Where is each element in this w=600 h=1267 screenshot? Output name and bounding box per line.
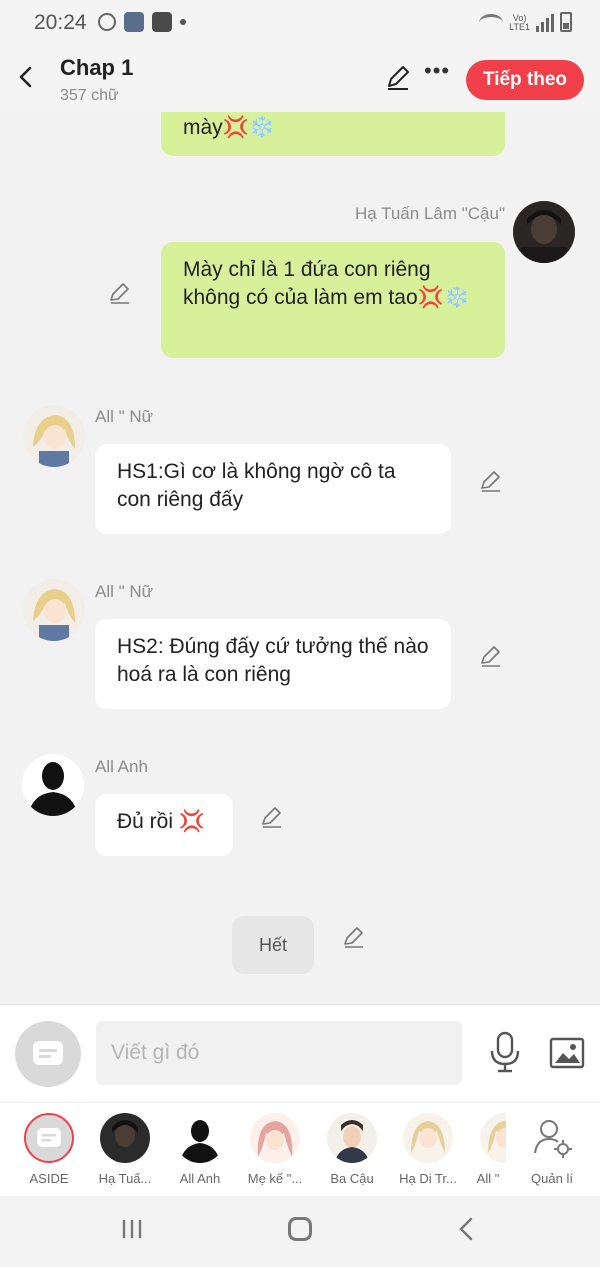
character-label: Ba Cậu (330, 1171, 374, 1186)
next-button[interactable]: Tiếp theo (466, 60, 584, 100)
chat-bubble-icon (37, 1128, 61, 1147)
video-app-icon (152, 12, 172, 32)
word-count: 357 chữ (60, 87, 119, 104)
back-arrow-icon[interactable] (14, 64, 40, 90)
recent-apps-icon[interactable] (120, 1218, 144, 1240)
wifi-icon (479, 14, 504, 32)
status-time: 20:24 (34, 11, 87, 34)
sender-name: All " Nữ (95, 582, 154, 601)
edit-message-icon[interactable] (342, 925, 366, 949)
character-label: Hạ Di Tr... (399, 1171, 457, 1186)
message-text: HS2: Đúng đấy cứ tưởng thế nào hoá ra là… (117, 635, 429, 686)
wifi-calling-icon (124, 12, 144, 32)
edit-message-icon[interactable] (260, 805, 284, 829)
character-label: All Anh (179, 1171, 221, 1186)
character-label: Quản lí (531, 1171, 573, 1186)
avatar-image (23, 579, 85, 641)
character-item[interactable]: Ba Cậu (316, 1113, 388, 1186)
avatar (327, 1113, 377, 1163)
composer-bar (0, 1004, 600, 1102)
message-text: Mày chỉ là 1 đứa con riêng không có của … (183, 258, 470, 309)
character-item[interactable]: All Anh (164, 1113, 236, 1186)
avatar (175, 1113, 225, 1163)
system-nav-bar (0, 1196, 600, 1267)
user-settings-icon (534, 1120, 572, 1158)
home-icon[interactable] (288, 1217, 312, 1241)
avatar-image (22, 754, 84, 816)
aside-icon (24, 1113, 74, 1163)
image-icon[interactable] (549, 1037, 585, 1069)
avatar (403, 1113, 453, 1163)
more-options-icon[interactable]: ••• (424, 60, 450, 90)
avatar[interactable] (23, 405, 85, 467)
aside-toggle-button[interactable] (15, 1021, 81, 1087)
avatar (100, 1113, 150, 1163)
avatar[interactable] (513, 201, 575, 263)
character-label: Hạ Tuấ... (98, 1171, 152, 1186)
status-icons-right: Vo) LTE1 (479, 12, 572, 32)
status-bar: 20:24 Vo) LTE1 (0, 0, 600, 46)
message-text: Đủ rồi 💢 (117, 810, 205, 833)
message-bubble[interactable]: HS2: Đúng đấy cứ tưởng thế nào hoá ra là… (95, 619, 451, 709)
sender-name: All Anh (95, 757, 148, 776)
status-icons-left (98, 12, 186, 32)
end-marker[interactable]: Hết (232, 916, 314, 974)
character-item[interactable]: All " (470, 1113, 506, 1186)
edit-message-icon[interactable] (108, 281, 132, 305)
avatar (480, 1113, 506, 1163)
character-item[interactable]: Mẹ kế "... (239, 1113, 311, 1186)
hotspot-icon (98, 13, 116, 31)
manage-characters-button[interactable]: Quản lí (516, 1113, 588, 1186)
battery-icon (560, 12, 572, 32)
avatar-image (513, 201, 575, 263)
message-bubble[interactable]: HS1:Gì cơ là không ngờ cô ta con riêng đ… (95, 444, 451, 534)
edit-message-icon[interactable] (479, 469, 503, 493)
character-label: ASIDE (29, 1171, 69, 1186)
sender-name: Hạ Tuấn Lâm "Cậu" (354, 204, 505, 223)
message-text: HS1:Gì cơ là không ngờ cô ta con riêng đ… (117, 460, 396, 511)
message-text: mày💢❄️ (183, 116, 275, 139)
app-header: Chap 1 357 chữ ••• Tiếp theo (0, 46, 600, 112)
message-bubble[interactable]: mày💢❄️ (161, 112, 505, 156)
network-type: Vo) LTE1 (509, 13, 530, 32)
character-item[interactable]: Hạ Tuấ... (89, 1113, 161, 1186)
character-label: All " (476, 1171, 500, 1186)
edit-pencil-icon[interactable] (384, 64, 412, 92)
avatar-image (23, 405, 85, 467)
character-aside[interactable]: ASIDE (13, 1113, 85, 1186)
microphone-icon[interactable] (488, 1031, 522, 1073)
character-label: Mẹ kế "... (247, 1171, 303, 1186)
avatar[interactable] (22, 754, 84, 816)
notification-dot-icon (180, 19, 186, 25)
character-strip: ASIDE Hạ Tuấ... All Anh Mẹ kế "... Ba Cậ… (0, 1102, 600, 1196)
signal-icon (536, 12, 554, 32)
edit-message-icon[interactable] (479, 644, 503, 668)
character-item[interactable]: Hạ Di Tr... (392, 1113, 464, 1186)
chat-bubble-icon (33, 1041, 63, 1065)
avatar (250, 1113, 300, 1163)
message-bubble[interactable]: Mày chỉ là 1 đứa con riêng không có của … (161, 242, 505, 358)
sender-name: All " Nữ (95, 407, 154, 426)
message-bubble[interactable]: Đủ rồi 💢 (95, 794, 233, 856)
nav-back-icon[interactable] (456, 1216, 476, 1242)
avatar[interactable] (23, 579, 85, 641)
chat-area[interactable]: mày💢❄️ Hạ Tuấn Lâm "Cậu" Mày chỉ là 1 đứ… (0, 112, 600, 1004)
chapter-title: Chap 1 (60, 55, 134, 80)
message-input[interactable] (96, 1021, 462, 1085)
